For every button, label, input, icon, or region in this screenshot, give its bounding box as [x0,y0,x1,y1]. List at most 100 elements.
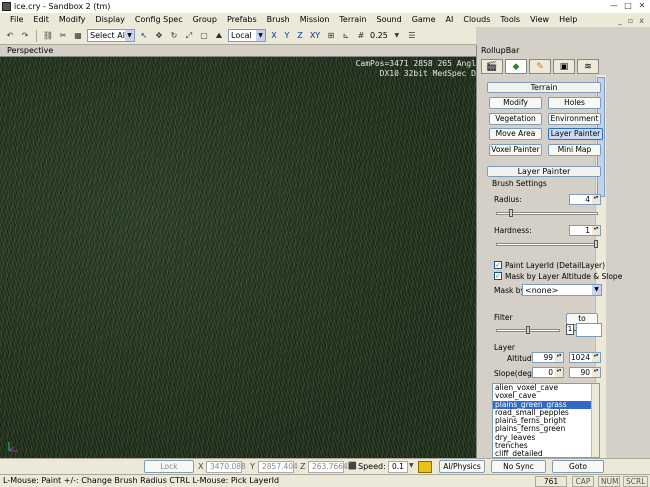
move-area-button[interactable]: Move Area [489,128,542,140]
radius-spinner[interactable]: 4 [569,194,601,205]
menu-mission[interactable]: Mission [294,13,334,27]
select-filter-dropdown[interactable]: Select All ▼ [87,29,135,42]
menu-file[interactable]: File [4,13,27,27]
select-icon[interactable]: ▦ [72,30,84,42]
filter-color-swatch[interactable] [576,323,602,337]
terrain-section-header[interactable]: Terrain [487,82,601,93]
mask-altitude-label: Mask by Layer Altitude & Slope [505,272,623,281]
menu-game[interactable]: Game [406,13,440,27]
undo-icon[interactable]: ↶ [4,30,16,42]
toolbar-separator [36,29,37,42]
ref-coord-dropdown[interactable]: Local ▼ [228,29,266,42]
mini-map-button[interactable]: Mini Map [548,144,601,156]
menu-config-spec[interactable]: Config Spec [129,13,187,27]
filter-slider-knob[interactable] [526,326,530,334]
menu-edit[interactable]: Edit [27,13,53,27]
radius-label: Radius: [494,195,522,204]
main-toolbar: ↶ ↷ ⛓ ✂ ▦ Select All ▼ ↖ ✥ ↻ ⤢ ▢ ⛰ Local… [0,27,476,45]
x-coordinate-field[interactable]: 3470.088 [206,461,246,473]
modelling-tab-icon[interactable]: ✎ [529,59,551,74]
menu-clouds[interactable]: Clouds [457,13,494,27]
layer-list-scrollbar[interactable] [591,384,599,457]
lock-icon[interactable] [418,461,432,473]
menu-group[interactable]: Group [187,13,221,27]
axis-x-button[interactable]: X [269,31,279,40]
chevron-down-icon[interactable]: ▼ [391,30,403,42]
mask-by-label: Mask by [494,286,525,295]
mask-by-dropdown[interactable]: <none> ▼ [522,284,602,296]
menu-tools[interactable]: Tools [494,13,524,27]
menu-sound[interactable]: Sound [370,13,405,27]
hardness-spinner[interactable]: 1 [569,225,601,236]
layer-list[interactable]: alien_voxel_cave voxel_cave plains_green… [492,383,600,458]
rotate-icon[interactable]: ↻ [168,30,180,42]
layer-label: Layer [494,343,515,352]
menu-brush[interactable]: Brush [261,13,294,27]
layer-painter-button[interactable]: Layer Painter [548,128,603,140]
terrain-tab-icon[interactable]: ◆ [505,59,527,74]
pointer-icon[interactable]: ↖ [138,30,150,42]
axis-y-button[interactable]: Y [282,31,292,40]
layers-tab-icon[interactable]: ≋ [577,59,599,74]
paint-layer-checkbox[interactable]: ✓ [494,261,502,269]
slope-min-spinner[interactable]: 0 [532,367,564,378]
snap-angle-icon[interactable]: ⊾ [340,30,352,42]
menu-ai[interactable]: AI [440,13,458,27]
lock-selection-button[interactable]: Lock Selection [144,460,194,482]
mdi-minimize-icon[interactable]: _ [618,16,622,25]
altitude-max-spinner[interactable]: 1024 [569,352,601,363]
scale-icon[interactable]: ⤢ [183,30,195,42]
ai-physics-button[interactable]: AI/Physics [439,460,485,473]
mask-altitude-checkbox[interactable]: ✓ [494,272,502,280]
modify-button[interactable]: Modify [489,97,542,109]
link-icon[interactable]: ⛓ [42,30,54,42]
z-coordinate-field[interactable]: 263.7664 [308,461,348,473]
objects-tab-icon[interactable]: 🎬 [481,59,503,74]
viewport-title[interactable]: Perspective [7,46,53,55]
chevron-down-icon[interactable]: ▼ [409,462,414,469]
vegetation-button[interactable]: Vegetation [489,113,542,125]
terrain-snap-icon[interactable]: ⛰ [213,30,225,42]
grid-size-value[interactable]: 0.25 [370,31,388,40]
grid-icon[interactable]: # [355,30,367,42]
camera-position: CamPos=3471 2858 265 Angl [355,59,476,68]
no-sync-player-button[interactable]: No Sync Player [491,460,546,482]
menu-terrain[interactable]: Terrain [333,13,370,27]
voxel-painter-button[interactable]: Voxel Painter [489,144,542,156]
layer-painter-section-header[interactable]: Layer Painter [487,166,601,177]
minimize-button[interactable]: — [608,1,620,11]
slope-max-spinner[interactable]: 90 [569,367,601,378]
mdi-close-icon[interactable]: x [639,16,644,25]
altitude-min-spinner[interactable]: 99 [532,352,564,363]
axis-xy-button[interactable]: XY [308,31,322,40]
hardness-slider-knob[interactable] [594,240,598,248]
maximize-button[interactable]: □ [622,1,634,11]
select-area-icon[interactable]: ▢ [198,30,210,42]
redo-icon[interactable]: ↷ [19,30,31,42]
filter-value[interactable]: 1 [566,324,574,335]
mdi-restore-icon[interactable]: ▫ [628,16,633,25]
perspective-viewport[interactable]: CamPos=3471 2858 265 Angl DX10 32bit Med… [0,57,476,458]
axis-z-button[interactable]: Z [295,31,305,40]
display-tab-icon[interactable]: ▣ [553,59,575,74]
y-coordinate-field[interactable]: 2857.404 [258,461,298,473]
menu-modify[interactable]: Modify [53,13,90,27]
holes-button[interactable]: Holes [548,97,601,109]
unlink-icon[interactable]: ✂ [57,30,69,42]
speed-field[interactable]: 0.1 [388,461,408,473]
menu-help[interactable]: Help [553,13,581,27]
layer-list-item[interactable]: cliff_detailed [493,450,599,457]
window-title: ice.cry - Sandbox 2 (tm) [14,2,111,11]
goto-position-button[interactable]: Goto position [552,460,604,482]
cap-indicator: CAP [572,476,594,487]
menu-view[interactable]: View [524,13,553,27]
terrain-follow-icon[interactable]: ⊞ [325,30,337,42]
hardness-slider-track[interactable] [496,243,598,246]
note-icon[interactable]: ☰ [406,30,418,42]
environment-button[interactable]: Environment [548,113,601,125]
menu-display[interactable]: Display [89,13,129,27]
move-icon[interactable]: ✥ [153,30,165,42]
radius-slider-knob[interactable] [509,209,513,217]
close-button[interactable]: ✕ [636,1,648,11]
menu-prefabs[interactable]: Prefabs [221,13,261,27]
